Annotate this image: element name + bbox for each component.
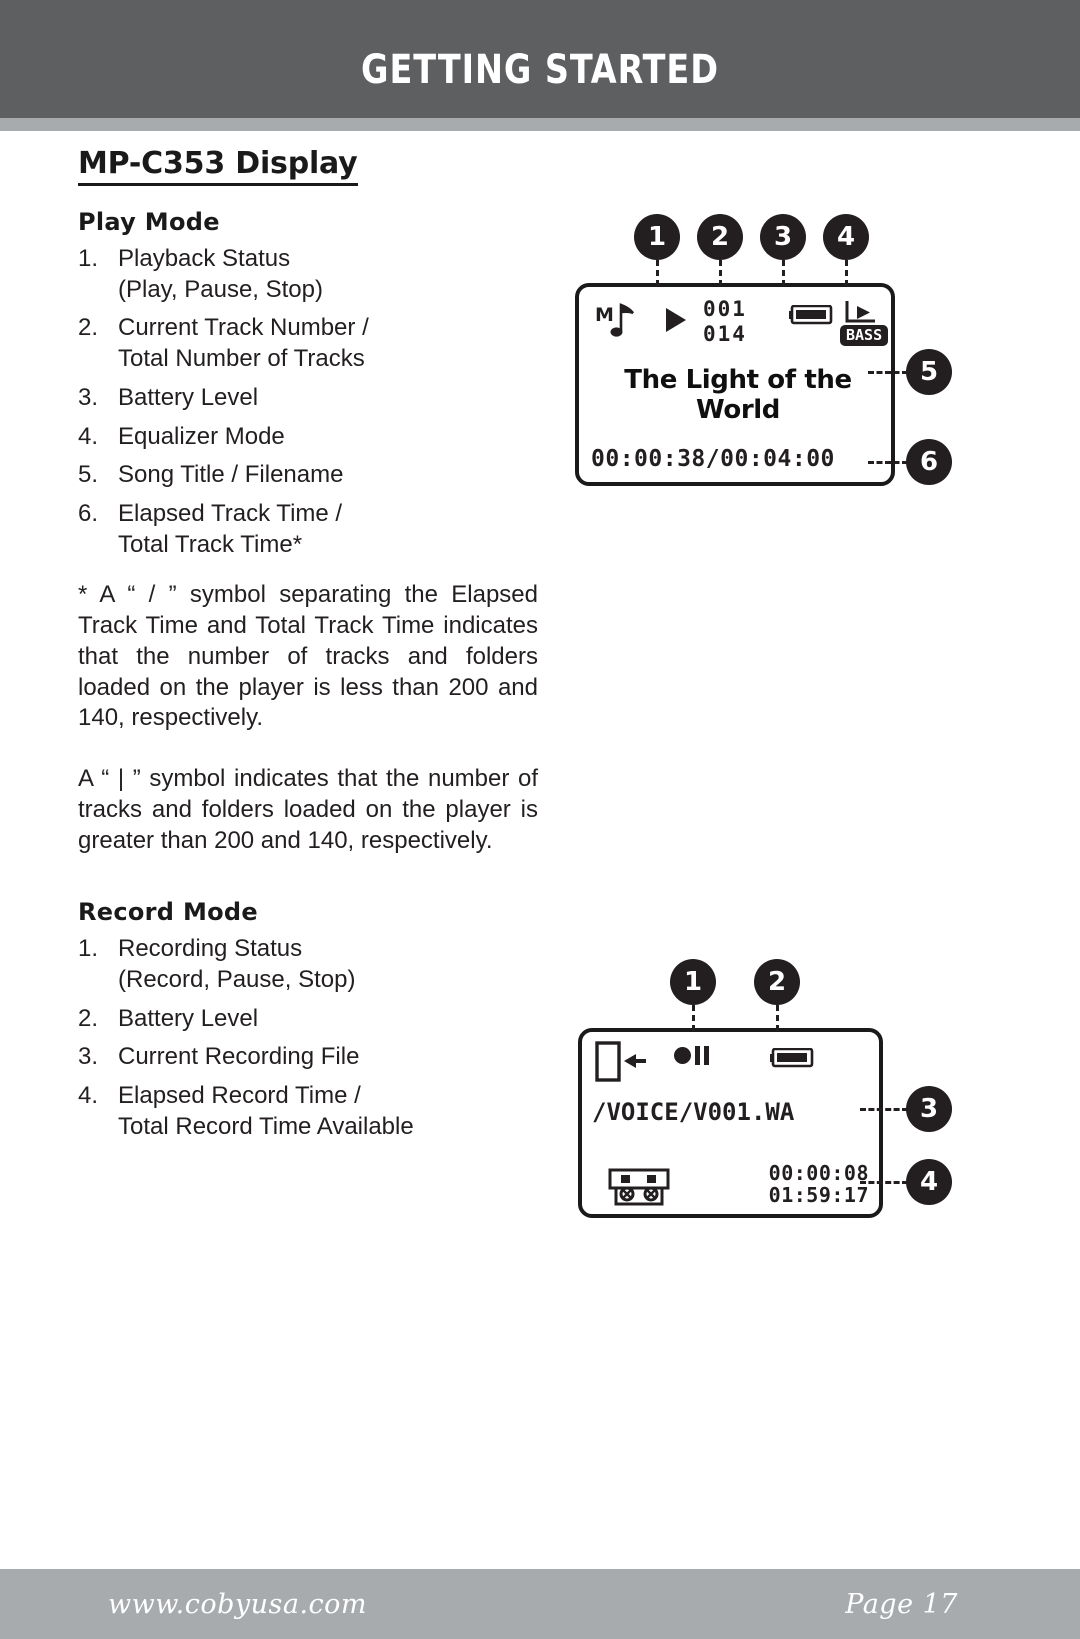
- callout-4: 4: [823, 214, 869, 260]
- page-header-title: GETTING STARTED: [361, 47, 719, 93]
- list-item-label: Recording Status (Record, Pause, Stop): [118, 935, 356, 993]
- list-item-number: 4.: [78, 1082, 99, 1110]
- battery-icon: [789, 305, 833, 325]
- svg-text:M: M: [595, 304, 614, 326]
- rec-callout-3: 3: [906, 1086, 952, 1132]
- list-item-number: 6.: [78, 500, 99, 528]
- record-mode-lcd-panel: /VOICE/V001.WA 00:00:08 01:59:17: [578, 1028, 883, 1218]
- page-title: MP-C353 Display: [78, 148, 358, 186]
- record-available-time: 01:59:17: [768, 1183, 869, 1207]
- page-footer-bar: www.cobyusa.com Page 17: [0, 1569, 1080, 1639]
- play-mode-heading: Play Mode: [78, 208, 220, 236]
- footnote-slash-symbol: * A “ / ” symbol separating the Elapsed …: [78, 581, 538, 732]
- list-item-label: Elapsed Record Time / Total Record Time …: [118, 1082, 414, 1140]
- record-mode-heading: Record Mode: [78, 898, 258, 927]
- leader-line-2: [719, 260, 722, 286]
- list-item-number: 1.: [78, 245, 99, 272]
- list-item: 4. Equalizer Mode: [78, 422, 538, 453]
- list-item-label: Current Track Number / Total Number of T…: [118, 314, 369, 373]
- footer-website-url[interactable]: www.cobyusa.com: [108, 1589, 367, 1620]
- rec-callout-1: 1: [670, 959, 716, 1005]
- list-item-number: 3.: [78, 383, 99, 411]
- callout-3: 3: [760, 214, 806, 260]
- total-track-number: 014: [703, 322, 747, 346]
- leader-line-4: [845, 260, 848, 286]
- record-pause-icon: [674, 1046, 709, 1065]
- track-time-text: 00:00:38/00:04:00: [591, 446, 835, 472]
- record-elapsed-time: 00:00:08: [768, 1161, 869, 1185]
- song-title-text: The Light of the World: [624, 365, 852, 425]
- recording-file-path: /VOICE/V001.WA: [592, 1098, 795, 1126]
- rec-callout-2: 2: [754, 959, 800, 1005]
- eq-bass-badge: BASS: [840, 325, 889, 346]
- leader-line-3: [782, 260, 785, 286]
- music-note-icon: M: [595, 303, 635, 337]
- list-item-number: 4.: [78, 422, 99, 450]
- list-item-label: Current Recording File: [118, 1043, 360, 1071]
- lcd-status-row: M 001 014 BASS: [593, 295, 889, 351]
- list-item-label: Elapsed Track Time / Total Track Time*: [118, 500, 343, 558]
- play-mode-lcd-panel: M 001 014 BASS The Light of the World 00…: [575, 283, 895, 486]
- list-item-number: 2.: [78, 1004, 99, 1032]
- list-item-number: 2.: [78, 314, 99, 342]
- footer-page-number: Page 17: [845, 1589, 958, 1620]
- callout-6: 6: [906, 439, 952, 485]
- list-item: 3. Current Recording File: [78, 1042, 538, 1073]
- pause-bars-icon: [695, 1046, 709, 1065]
- rec-leader-line-1: [692, 1005, 695, 1031]
- rec-leader-line-3: [860, 1108, 908, 1111]
- play-triangle-icon: [666, 308, 686, 332]
- list-item-label: Song Title / Filename: [118, 461, 344, 489]
- content-column: Play Mode 1. Playback Status (Play, Paus…: [78, 208, 538, 1151]
- battery-icon: [770, 1048, 814, 1068]
- footnote-pipe-symbol: A “ | ” symbol indicates that the number…: [78, 765, 538, 854]
- list-item: 3. Battery Level: [78, 383, 538, 414]
- track-number-block: 001 014: [703, 297, 747, 347]
- cassette-tape-icon: [608, 1168, 670, 1206]
- record-mode-list: 1. Recording Status (Record, Pause, Stop…: [78, 934, 538, 1142]
- list-item: 4. Elapsed Record Time / Total Record Ti…: [78, 1081, 538, 1142]
- list-item-label: Battery Level: [118, 1004, 259, 1032]
- record-dot-icon: [674, 1047, 691, 1064]
- header-accent-strip: [0, 118, 1080, 131]
- memory-card-arrow-icon: [595, 1041, 646, 1082]
- list-item-number: 5.: [78, 461, 99, 489]
- list-item: 1. Recording Status (Record, Pause, Stop…: [78, 934, 538, 995]
- list-item: 5. Song Title / Filename: [78, 460, 538, 491]
- list-item: 2. Current Track Number / Total Number o…: [78, 313, 538, 374]
- play-mode-list: 1. Playback Status (Play, Pause, Stop) 2…: [78, 244, 538, 560]
- list-item: 2. Battery Level: [78, 1004, 538, 1035]
- record-mode-section: Record Mode 1. Recording Status (Record,…: [78, 898, 538, 1142]
- leader-line-6: [868, 461, 908, 464]
- list-item: 6. Elapsed Track Time / Total Track Time…: [78, 499, 538, 560]
- rec-leader-line-2: [776, 1005, 779, 1031]
- list-item-label: Equalizer Mode: [118, 422, 285, 450]
- rec-leader-line-4: [860, 1181, 908, 1184]
- callout-2: 2: [697, 214, 743, 260]
- leader-line-1: [656, 260, 659, 286]
- callout-1: 1: [634, 214, 680, 260]
- record-time-block: 00:00:08 01:59:17: [769, 1162, 869, 1206]
- list-item-number: 3.: [78, 1043, 99, 1071]
- list-item-label: Playback Status (Play, Pause, Stop): [118, 245, 323, 303]
- list-item: 1. Playback Status (Play, Pause, Stop): [78, 244, 538, 305]
- current-track-number: 001: [703, 297, 747, 321]
- leader-line-5: [868, 371, 908, 374]
- equalizer-folder-play-icon: [845, 301, 875, 323]
- list-item-number: 1.: [78, 935, 99, 963]
- list-item-label: Battery Level: [118, 383, 259, 411]
- callout-5: 5: [906, 349, 952, 395]
- rec-callout-4: 4: [906, 1159, 952, 1205]
